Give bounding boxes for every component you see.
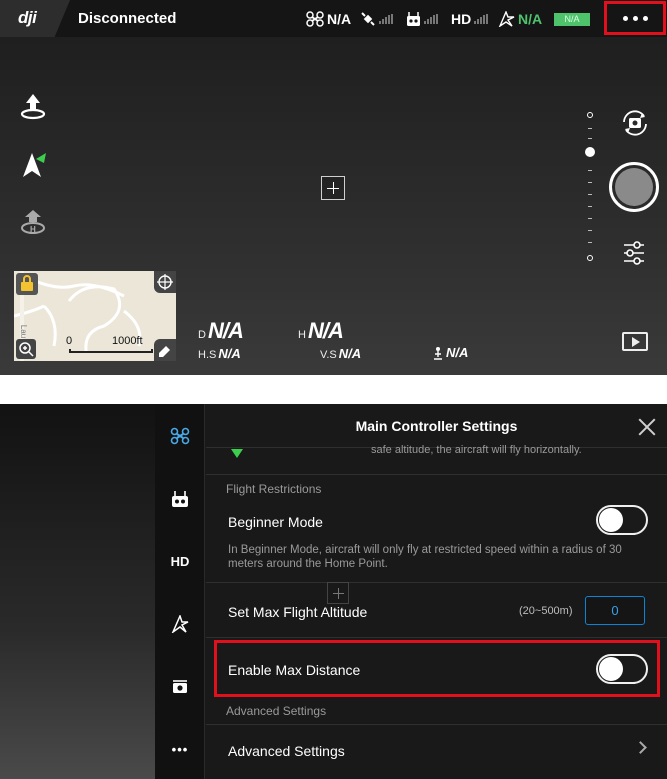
street-label: Lau: [19, 324, 29, 339]
remote-controller-icon: [172, 491, 188, 507]
camera-view: dji Disconnected N/A HD N/A N/A H Lau 0 …: [0, 0, 667, 375]
dot-icon: [622, 15, 628, 21]
gps-bars: [379, 14, 393, 24]
playback-button[interactable]: [622, 332, 648, 351]
tab-battery[interactable]: [155, 604, 205, 644]
drone-icon: [306, 11, 324, 27]
close-icon[interactable]: [636, 416, 658, 438]
beginner-mode-label: Beginner Mode: [228, 514, 323, 530]
background-crosshair: [327, 582, 349, 604]
gps-signal[interactable]: [360, 11, 393, 27]
satellite-icon: [361, 12, 375, 26]
battery-badge[interactable]: N/A: [554, 13, 590, 26]
map-lock-button[interactable]: [16, 273, 38, 295]
remote-controller-icon: [407, 12, 420, 26]
slider-bottom-dot: [587, 255, 593, 261]
tab-hd-transmission[interactable]: HD: [155, 541, 205, 581]
vertical-speed-readout: V.S N/A: [320, 346, 362, 361]
tab-main-controller[interactable]: [155, 416, 205, 456]
map-zoom-button[interactable]: [16, 339, 36, 359]
dot-icon: [632, 15, 638, 21]
tab-gimbal[interactable]: [155, 666, 205, 706]
settings-content: Main Controller Settings safe altitude, …: [206, 404, 667, 779]
slider-top-dot: [587, 112, 593, 118]
return-home-icon[interactable]: H: [18, 207, 48, 237]
max-altitude-range: (20~500m): [519, 605, 573, 617]
height-readout: HN/A: [298, 318, 344, 343]
lock-icon: [21, 275, 33, 291]
max-altitude-input[interactable]: [585, 596, 645, 625]
beginner-mode-description: In Beginner Mode, aircraft will only fly…: [228, 544, 622, 570]
enable-max-distance-toggle[interactable]: [596, 654, 648, 684]
aircraft-status[interactable]: N/A: [306, 11, 351, 27]
dot-icon: [642, 15, 648, 21]
expand-arrow-icon[interactable]: [231, 449, 243, 458]
distance-readout: DN/A: [198, 318, 244, 343]
map-clear-button[interactable]: [154, 339, 176, 361]
max-altitude-label: Set Max Flight Altitude: [228, 604, 368, 620]
takeoff-icon[interactable]: [18, 92, 48, 122]
hd-label: HD: [451, 11, 472, 27]
center-crosshair: [321, 176, 345, 200]
navigation-icon[interactable]: [18, 150, 48, 180]
tab-general-settings[interactable]: •••: [155, 729, 205, 769]
scale-start-label: 0: [66, 335, 73, 347]
scale-bar: [69, 349, 153, 353]
more-menu-button[interactable]: [604, 1, 666, 35]
hd-bars: [474, 14, 489, 24]
shutter-button[interactable]: [609, 162, 659, 212]
truncated-description: safe altitude, the aircraft will fly hor…: [371, 444, 582, 456]
connection-status[interactable]: Disconnected: [78, 10, 176, 27]
vps-height-readout: N/A: [432, 345, 468, 360]
dimmed-camera-background: [0, 404, 155, 779]
dji-logo: dji: [18, 8, 37, 27]
page-title: Main Controller Settings: [355, 418, 518, 434]
mini-map[interactable]: Lau 0 1000ft: [14, 271, 176, 361]
vision-sensor-icon: [434, 346, 442, 360]
status-bar: dji Disconnected N/A HD N/A N/A: [0, 0, 667, 37]
beginner-mode-toggle[interactable]: [596, 505, 648, 535]
section-flight-restrictions: Flight Restrictions: [226, 482, 322, 496]
map-recenter-button[interactable]: [154, 271, 176, 293]
scale-end-label: 1000ft: [112, 335, 143, 347]
section-advanced-settings: Advanced Settings: [226, 704, 327, 718]
eraser-icon: [159, 346, 170, 357]
map-roads: [14, 271, 142, 361]
tab-remote-controller[interactable]: [155, 479, 205, 519]
slider-knob[interactable]: [585, 147, 595, 157]
flight-mode-status[interactable]: N/A: [498, 11, 542, 27]
advanced-settings-row[interactable]: Advanced Settings: [228, 743, 345, 759]
horizontal-speed-readout: H.S N/A: [198, 346, 241, 361]
camera-switch-icon[interactable]: [620, 110, 650, 136]
crosshair-icon: [157, 274, 173, 290]
settings-screen: HD ••• Main Controller Settings safe alt…: [0, 404, 667, 779]
svg-text:H: H: [30, 225, 36, 234]
remote-controller-signal[interactable]: [406, 11, 438, 27]
aircraft-status-value: N/A: [327, 11, 352, 27]
video-signal[interactable]: HD: [451, 11, 489, 27]
chevron-right-icon[interactable]: [634, 741, 647, 754]
zoom-icon: [19, 342, 34, 357]
camera-icon: [173, 680, 187, 693]
camera-settings-icon[interactable]: [622, 240, 646, 266]
drone-icon: [170, 427, 190, 445]
enable-max-distance-label: Enable Max Distance: [228, 662, 361, 678]
flight-mode-icon: [498, 11, 515, 27]
settings-tab-bar: HD •••: [155, 404, 205, 779]
exposure-slider[interactable]: [583, 110, 597, 265]
rc-bars: [424, 14, 438, 24]
flight-mode-value: N/A: [518, 11, 543, 27]
flight-mode-icon: [171, 615, 189, 633]
